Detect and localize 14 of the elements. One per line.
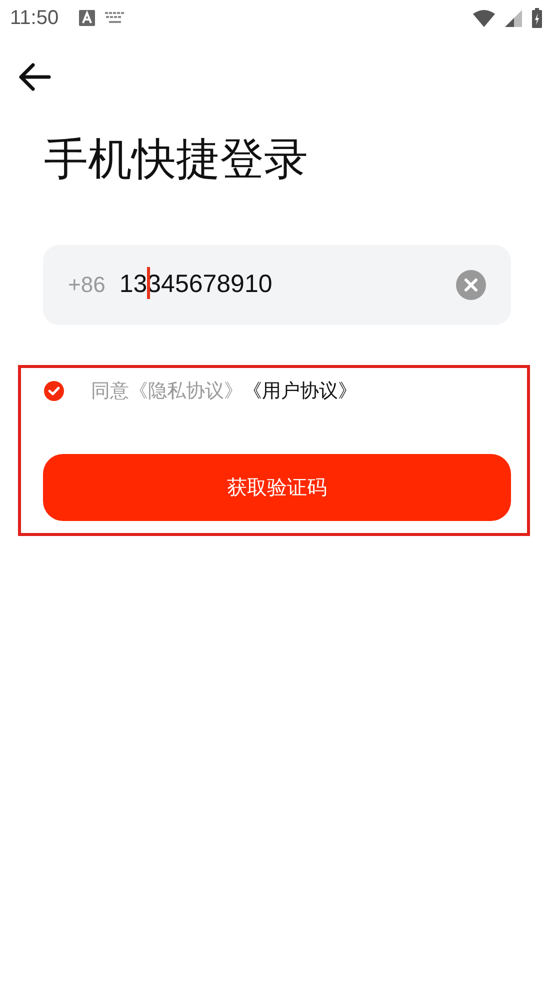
checkbox[interactable] xyxy=(43,380,65,402)
clear-icon[interactable] xyxy=(456,270,486,300)
battery-icon xyxy=(532,8,542,28)
country-code: +86 xyxy=(68,272,106,298)
font-icon xyxy=(78,10,95,26)
keyboard-icon xyxy=(104,12,125,24)
back-button[interactable] xyxy=(16,62,52,94)
status-time: 11:50 xyxy=(10,6,59,30)
get-code-button[interactable]: 获取验证码 xyxy=(43,454,511,521)
agreement-text: 同意《隐私协议》 xyxy=(91,378,243,404)
page-title: 手机快捷登录 xyxy=(44,134,309,187)
wifi-icon xyxy=(473,9,495,27)
user-agreement-link[interactable]: 《用户协议》 xyxy=(243,378,357,404)
signal-icon xyxy=(505,10,522,26)
